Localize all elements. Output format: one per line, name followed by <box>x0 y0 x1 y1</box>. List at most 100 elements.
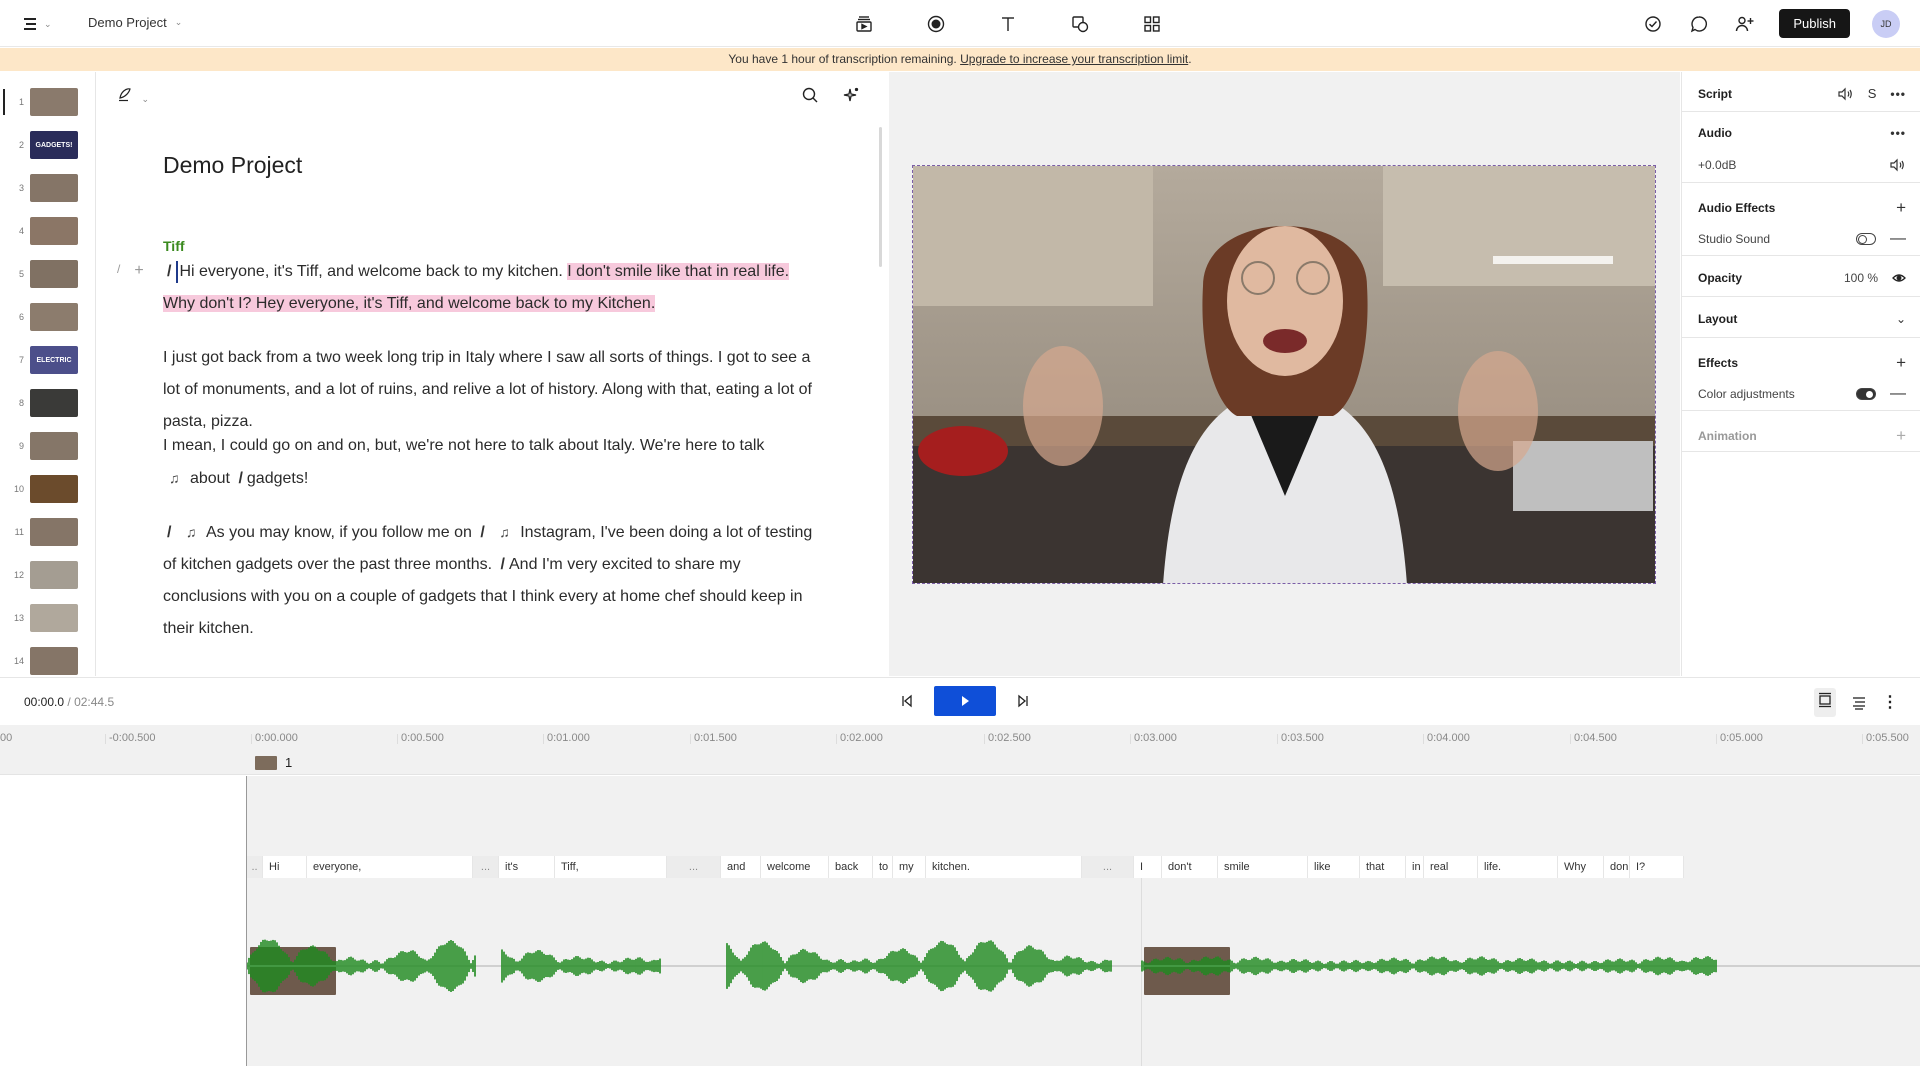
word-chip[interactable]: that <box>1360 856 1406 878</box>
plus-icon[interactable]: + <box>1896 198 1906 218</box>
minus-icon[interactable]: — <box>1890 230 1906 248</box>
scene-thumbnail[interactable]: 6 <box>0 300 95 334</box>
skip-back-icon[interactable] <box>900 694 914 708</box>
word-chip[interactable]: kitchen. <box>926 856 1082 878</box>
ai-actions-button[interactable] <box>842 86 860 109</box>
paragraph-3[interactable]: I mean, I could go on and on, but, we're… <box>163 430 823 495</box>
more-icon[interactable]: ••• <box>1890 126 1906 140</box>
speaker-icon[interactable] <box>1890 158 1906 172</box>
scene-slash-button[interactable]: / <box>117 262 120 280</box>
word-chip[interactable]: Tiff, <box>555 856 667 878</box>
script-view-icon[interactable] <box>1852 696 1866 710</box>
scene-thumbnail[interactable]: 3 <box>0 171 95 205</box>
scene-clip-row[interactable]: 1 <box>0 751 1920 775</box>
scene-thumbnail[interactable]: 8 <box>0 386 95 420</box>
avatar[interactable]: JD <box>1872 9 1900 38</box>
playhead[interactable] <box>246 776 247 1066</box>
publish-button[interactable]: Publish <box>1779 9 1850 38</box>
audio-gain-value[interactable]: +0.0dB <box>1698 158 1736 172</box>
scene-thumbnail[interactable]: 10 <box>0 472 95 506</box>
search-button[interactable] <box>801 86 819 109</box>
highlighted-text[interactable]: I don't smile like that in real life. <box>567 263 790 280</box>
word-chip[interactable]: welcome <box>761 856 829 878</box>
word-gap[interactable]: ... <box>1082 856 1134 878</box>
paragraph-4[interactable]: / ♫ As you may know, if you follow me on… <box>163 516 823 645</box>
plus-icon[interactable]: + <box>1896 426 1906 446</box>
highlighted-text[interactable]: Why don't I? Hey everyone, it's Tiff, an… <box>163 295 656 312</box>
comments-button[interactable] <box>1687 12 1711 36</box>
project-name-dropdown[interactable]: Demo Project ⌄ <box>88 15 182 30</box>
shapes-button[interactable] <box>1068 12 1092 36</box>
scene-marker[interactable]: / <box>497 556 509 573</box>
video-preview[interactable] <box>912 165 1656 584</box>
more-vertical-icon[interactable]: ⋮ <box>1882 694 1898 710</box>
text-button[interactable] <box>996 12 1020 36</box>
word-chip[interactable]: back <box>829 856 873 878</box>
word-gap[interactable]: .. <box>247 856 263 878</box>
word-chip[interactable]: like <box>1308 856 1360 878</box>
studio-sound-toggle[interactable] <box>1856 233 1876 245</box>
word-chip[interactable]: I? <box>1630 856 1684 878</box>
speaker-icon[interactable] <box>1838 87 1854 101</box>
scene-thumbnail[interactable]: 12 <box>0 558 95 592</box>
scene-thumbnail[interactable]: 5 <box>0 257 95 291</box>
speaker-label[interactable]: Tiff <box>163 238 185 254</box>
word-chip[interactable]: smile <box>1218 856 1308 878</box>
word-chip[interactable]: don <box>1604 856 1630 878</box>
word-chip[interactable]: life. <box>1478 856 1558 878</box>
scene-thumbnail[interactable]: 14 <box>0 644 95 676</box>
timeline-track[interactable]: .. Hi everyone,... it's Tiff,... and welcome ba… <box>0 776 1920 1066</box>
word-chip[interactable]: Hi <box>263 856 307 878</box>
word-chip[interactable]: in <box>1406 856 1424 878</box>
timeline-view-button[interactable] <box>1814 688 1836 717</box>
music-note-icon[interactable]: ♫ <box>163 470 186 486</box>
review-button[interactable] <box>1641 12 1665 36</box>
document-title[interactable]: Demo Project <box>163 152 302 179</box>
add-line-button[interactable]: + <box>134 262 143 280</box>
eye-icon[interactable] <box>1892 273 1906 283</box>
scene-thumbnail[interactable]: 11 <box>0 515 95 549</box>
upgrade-link[interactable]: Upgrade to increase your transcription l… <box>960 52 1188 66</box>
scene-thumbnail[interactable]: 4 <box>0 214 95 248</box>
word-chip[interactable]: it's <box>499 856 555 878</box>
word-chip[interactable]: I <box>1134 856 1162 878</box>
word-chip[interactable]: don't <box>1162 856 1218 878</box>
paragraph-2[interactable]: I just got back from a two week long tri… <box>163 342 823 438</box>
strikethrough-icon[interactable]: S <box>1868 86 1877 101</box>
chevron-down-icon[interactable]: ⌄ <box>1896 312 1906 326</box>
editor-scrollbar[interactable] <box>879 127 882 267</box>
skip-forward-icon[interactable] <box>1016 694 1030 708</box>
scene-thumbnail[interactable]: 7 ELECTRIC <box>0 343 95 377</box>
scene-thumbnail[interactable]: 13 <box>0 601 95 635</box>
main-menu-button[interactable]: ⌄ <box>24 14 60 34</box>
audio-waveform[interactable] <box>247 926 1920 1006</box>
write-mode-dropdown[interactable]: ⌄ <box>117 86 149 107</box>
layout-row[interactable]: Layout ⌄ <box>1698 312 1906 326</box>
script-editor[interactable]: ⌄ Demo Project Tiff / + / Hi everyone, it… <box>97 72 888 676</box>
word-chip[interactable]: to <box>873 856 893 878</box>
share-button[interactable] <box>1733 12 1757 36</box>
word-gap[interactable]: ... <box>473 856 499 878</box>
opacity-value[interactable]: 100 % <box>1844 271 1878 285</box>
timeline-ruler[interactable]: 00 -0:00.500 0:00.000 0:00.500 0:01.000 0:01.… <box>0 725 1920 751</box>
music-note-icon[interactable]: ♫ <box>493 524 516 540</box>
scene-marker[interactable]: / <box>163 524 175 541</box>
plus-icon[interactable]: + <box>1896 353 1906 373</box>
scene-marker[interactable]: / <box>234 470 246 487</box>
scene-thumbnail[interactable]: 1 <box>0 85 95 119</box>
scene-clip[interactable]: 1 <box>255 755 292 770</box>
scene-thumbnail[interactable]: 2 GADGETS! <box>0 128 95 162</box>
scene-thumbnail[interactable]: 9 <box>0 429 95 463</box>
scene-marker[interactable]: / <box>476 524 488 541</box>
layouts-button[interactable] <box>1140 12 1164 36</box>
media-button[interactable] <box>852 12 876 36</box>
word-chip[interactable]: my <box>893 856 926 878</box>
word-chip[interactable]: real <box>1424 856 1478 878</box>
play-button[interactable] <box>934 686 996 716</box>
minus-icon[interactable]: — <box>1890 385 1906 403</box>
record-button[interactable] <box>924 12 948 36</box>
color-adjustments-toggle[interactable] <box>1856 388 1876 400</box>
word-gap[interactable]: ... <box>667 856 721 878</box>
word-chip[interactable]: everyone, <box>307 856 473 878</box>
more-icon[interactable]: ••• <box>1890 87 1906 101</box>
